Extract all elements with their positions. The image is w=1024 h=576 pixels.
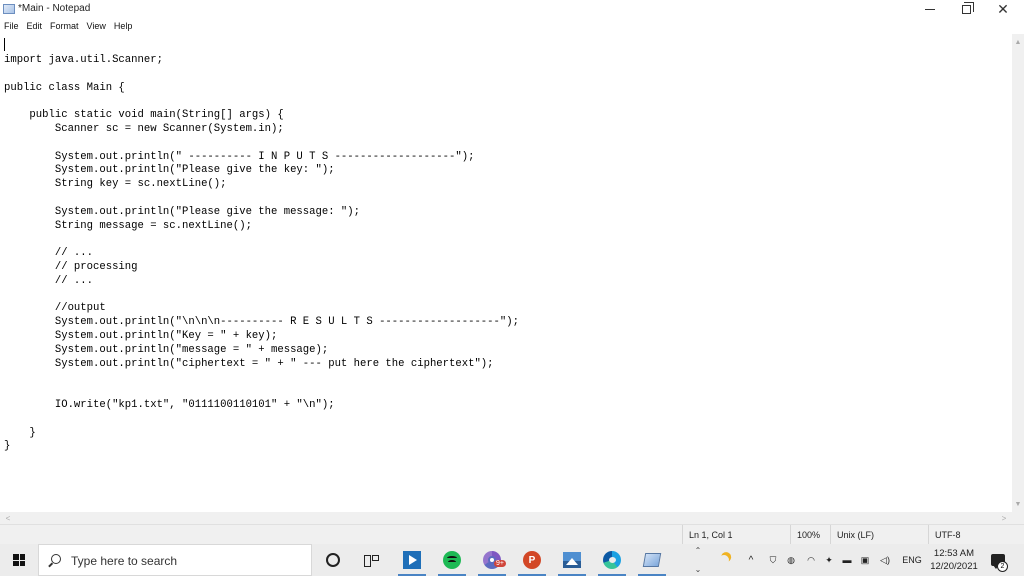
zoom-level: 100%	[790, 525, 830, 545]
windows-logo-icon	[13, 554, 25, 566]
chevron-up-icon[interactable]: ⌃	[695, 546, 702, 555]
search-placeholder: Type here to search	[71, 554, 178, 568]
code-line[interactable]: Scanner sc = new Scanner(System.in);	[4, 123, 519, 137]
title-bar: *Main - Notepad ✕	[0, 0, 1024, 19]
status-bar: Ln 1, Col 1 100% Unix (LF) UTF-8	[0, 524, 1024, 545]
task-view-icon	[364, 554, 379, 567]
restore-icon	[961, 2, 974, 14]
code-line[interactable]: System.out.println("Please give the mess…	[4, 206, 519, 220]
code-line[interactable]: }	[4, 427, 519, 441]
scroll-right-icon[interactable]: >	[998, 512, 1010, 524]
code-line[interactable]: public class Main {	[4, 82, 519, 96]
notification-count: 2	[997, 561, 1008, 572]
code-line[interactable]	[4, 95, 519, 109]
scroll-corner	[1012, 512, 1024, 524]
text-editor[interactable]: import java.util.Scanner; public class Ma…	[0, 34, 1012, 512]
scroll-left-icon[interactable]: <	[2, 512, 14, 524]
cortana-button[interactable]	[313, 544, 353, 576]
start-button[interactable]	[0, 544, 38, 576]
horizontal-scrollbar[interactable]: < >	[0, 512, 1012, 524]
notepad-taskbar-button[interactable]	[632, 544, 672, 576]
minimize-icon	[925, 9, 935, 10]
photos-icon	[563, 552, 581, 568]
code-line[interactable]	[4, 192, 519, 206]
code-line[interactable]: System.out.println("message = " + messag…	[4, 344, 519, 358]
cortana-icon	[326, 553, 340, 567]
photos-button[interactable]	[552, 544, 592, 576]
media-player-button[interactable]	[392, 544, 432, 576]
scroll-down-icon[interactable]: ▼	[1012, 498, 1024, 510]
display-icon[interactable]: ▣	[858, 544, 872, 576]
notification-badge: 9+	[494, 560, 506, 567]
menu-view[interactable]: View	[83, 19, 110, 34]
powerpoint-button[interactable]: P	[512, 544, 552, 576]
scroll-up-icon[interactable]: ▲	[1012, 36, 1024, 48]
chevron-down-icon[interactable]: ⌄	[695, 565, 702, 574]
code-line[interactable]: // ...	[4, 247, 519, 261]
wifi-icon[interactable]: ◠	[804, 544, 818, 576]
dropbox-icon[interactable]: ✦	[822, 544, 836, 576]
code-text[interactable]: import java.util.Scanner; public class Ma…	[4, 54, 519, 454]
code-line[interactable]: import java.util.Scanner;	[4, 54, 519, 68]
vertical-scrollbar[interactable]: ▲ ▼	[1012, 34, 1024, 512]
taskbar-search[interactable]: Type here to search	[38, 544, 312, 576]
code-line[interactable]: //output	[4, 302, 519, 316]
code-line[interactable]: System.out.println("\n\n\n---------- R E…	[4, 316, 519, 330]
line-endings: Unix (LF)	[830, 525, 928, 545]
code-line[interactable]	[4, 371, 519, 385]
clock-time: 12:53 AM	[933, 548, 975, 559]
spotify-icon	[443, 551, 461, 569]
media-player-icon	[403, 551, 421, 569]
night-light-icon[interactable]	[714, 544, 734, 576]
notepad-app-icon	[3, 4, 15, 14]
code-line[interactable]: System.out.println("Please give the key:…	[4, 164, 519, 178]
spotify-button[interactable]	[432, 544, 472, 576]
code-line[interactable]	[4, 385, 519, 399]
code-line[interactable]	[4, 289, 519, 303]
app-tray-icon[interactable]: ◍	[784, 544, 798, 576]
code-line[interactable]: // processing	[4, 261, 519, 275]
code-line[interactable]	[4, 413, 519, 427]
close-button[interactable]: ✕	[985, 0, 1021, 19]
code-line[interactable]	[4, 233, 519, 247]
notepad-icon	[642, 553, 662, 567]
cursor-position: Ln 1, Col 1	[682, 525, 790, 545]
menu-bar: File Edit Format View Help	[0, 19, 1024, 34]
code-line[interactable]: String message = sc.nextLine();	[4, 220, 519, 234]
menu-help[interactable]: Help	[110, 19, 137, 34]
code-line[interactable]: // ...	[4, 275, 519, 289]
menu-edit[interactable]: Edit	[23, 19, 47, 34]
volume-icon[interactable]: ◁)	[878, 544, 892, 576]
clock-date: 12/20/2021	[930, 561, 978, 572]
code-line[interactable]: public static void main(String[] args) {	[4, 109, 519, 123]
taskbar-scroll[interactable]: ⌃ ⌄	[692, 546, 704, 574]
powerpoint-icon: P	[523, 551, 541, 569]
taskbar: Type here to search 9+ P ⌃ ⌄ ^ ⛉ ◍ ◠ ✦ ▬ …	[0, 544, 1024, 576]
minimize-button[interactable]	[912, 0, 948, 19]
encoding: UTF-8	[928, 525, 1024, 545]
code-line[interactable]: System.out.println(" ---------- I N P U …	[4, 151, 519, 165]
edge-button[interactable]	[592, 544, 632, 576]
task-view-button[interactable]	[351, 544, 391, 576]
window-title: *Main - Notepad	[18, 3, 91, 14]
edge-icon	[603, 551, 621, 569]
text-caret	[4, 38, 5, 51]
menu-file[interactable]: File	[0, 19, 23, 34]
battery-icon[interactable]: ▬	[840, 544, 854, 576]
code-line[interactable]: IO.write("kp1.txt", "0111100110101" + "\…	[4, 399, 519, 413]
chrome-dev-button[interactable]: 9+	[472, 544, 512, 576]
shield-icon[interactable]: ⛉	[766, 544, 780, 576]
input-language[interactable]: ENG	[900, 544, 924, 576]
search-icon	[51, 554, 61, 564]
code-line[interactable]: System.out.println("Key = " + key);	[4, 330, 519, 344]
code-line[interactable]: String key = sc.nextLine();	[4, 178, 519, 192]
code-line[interactable]: System.out.println("ciphertext = " + " -…	[4, 358, 519, 372]
code-line[interactable]	[4, 68, 519, 82]
maximize-button[interactable]	[948, 0, 984, 19]
code-line[interactable]	[4, 137, 519, 151]
code-line[interactable]: }	[4, 440, 519, 454]
menu-format[interactable]: Format	[46, 19, 83, 34]
show-hidden-icons-button[interactable]: ^	[744, 544, 758, 576]
system-clock[interactable]: 12:53 AM 12/20/2021	[926, 547, 982, 573]
